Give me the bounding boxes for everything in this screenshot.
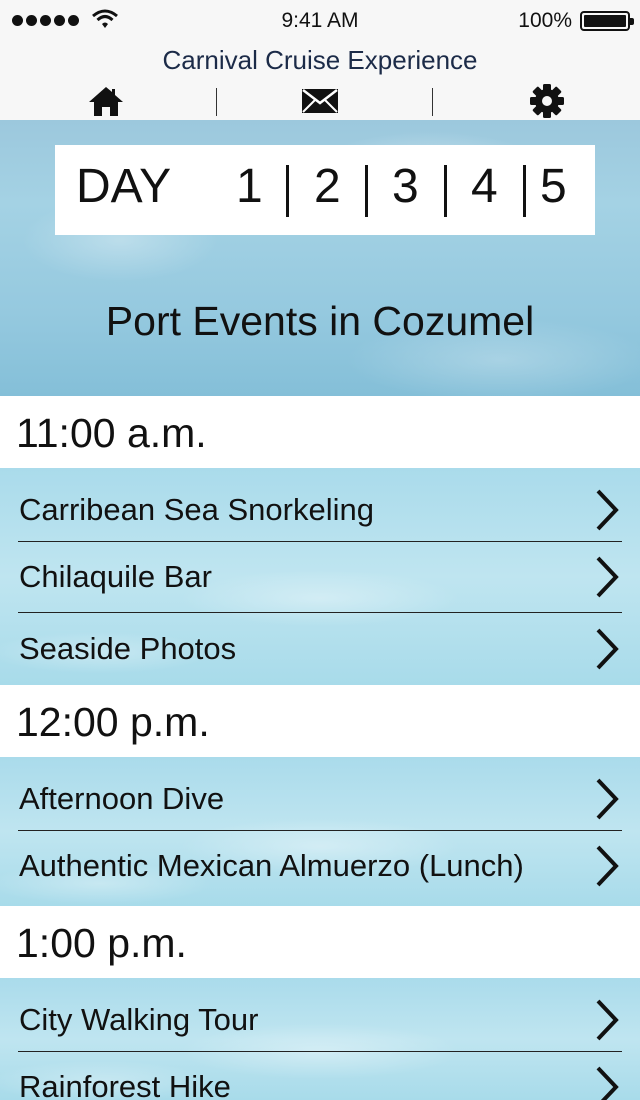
event-group: City Walking Tour Rainforest Hike <box>0 978 640 1100</box>
chevron-right-icon <box>596 489 619 531</box>
day-1-button[interactable]: 1 <box>236 159 263 214</box>
app-title: Carnival Cruise Experience <box>162 45 478 75</box>
time-header: 12:00 p.m. <box>0 685 640 757</box>
event-row[interactable]: Carribean Sea Snorkeling <box>0 468 640 541</box>
event-label: City Walking Tour <box>19 1002 259 1037</box>
event-row[interactable]: Seaside Photos <box>0 613 640 685</box>
day-label: DAY <box>76 160 172 213</box>
gear-icon <box>530 84 564 118</box>
chevron-right-icon <box>596 778 619 820</box>
time-label: 12:00 p.m. <box>16 699 210 745</box>
app-header: Carnival Cruise Experience <box>0 40 640 120</box>
day-separator <box>444 165 447 217</box>
nav-divider <box>216 88 217 116</box>
day-4-button[interactable]: 4 <box>471 159 498 214</box>
status-bar: 9:41 AM 100% <box>0 0 640 40</box>
time-label: 1:00 p.m. <box>16 920 187 966</box>
event-label: Chilaquile Bar <box>19 559 212 594</box>
chevron-right-icon <box>596 845 619 887</box>
mail-icon <box>302 89 338 113</box>
battery-icon <box>580 11 634 31</box>
day-separator <box>286 165 289 217</box>
event-row[interactable]: Authentic Mexican Almuerzo (Lunch) <box>0 831 640 906</box>
event-group: Carribean Sea Snorkeling Chilaquile Bar … <box>0 468 640 685</box>
event-label: Seaside Photos <box>19 631 237 666</box>
mail-button[interactable] <box>290 84 350 118</box>
hero-banner: DAY 1 2 3 4 5 Port Events in Cozumel <box>0 120 640 396</box>
day-separator <box>523 165 526 217</box>
time-header: 11:00 a.m. <box>0 396 640 468</box>
event-label: Afternoon Dive <box>19 781 225 816</box>
chevron-right-icon <box>596 999 619 1041</box>
time-header: 1:00 p.m. <box>0 906 640 978</box>
home-button[interactable] <box>76 84 136 118</box>
event-row[interactable]: City Walking Tour <box>0 978 640 1051</box>
home-icon <box>89 87 123 116</box>
chevron-right-icon <box>596 628 619 670</box>
settings-button[interactable] <box>517 84 577 118</box>
day-selector: DAY 1 2 3 4 5 <box>55 145 595 235</box>
day-2-button[interactable]: 2 <box>314 159 341 214</box>
event-group: Afternoon Dive Authentic Mexican Almuerz… <box>0 757 640 906</box>
event-label: Carribean Sea Snorkeling <box>19 492 374 527</box>
day-separator <box>365 165 368 217</box>
day-5-button[interactable]: 5 <box>540 159 567 214</box>
event-row[interactable]: Afternoon Dive <box>0 757 640 830</box>
battery-percentage: 100% <box>518 9 572 32</box>
time-label: 11:00 a.m. <box>16 410 207 456</box>
chevron-right-icon <box>596 1066 619 1100</box>
nav-divider <box>432 88 433 116</box>
event-label: Authentic Mexican Almuerzo (Lunch) <box>19 848 524 883</box>
day-3-button[interactable]: 3 <box>392 159 419 214</box>
event-row[interactable]: Chilaquile Bar <box>0 542 640 612</box>
event-label: Rainforest Hike <box>19 1069 231 1100</box>
page-title: Port Events in Cozumel <box>105 298 535 344</box>
event-row[interactable]: Rainforest Hike <box>0 1052 640 1100</box>
nav-bar <box>0 84 640 118</box>
chevron-right-icon <box>596 556 619 598</box>
